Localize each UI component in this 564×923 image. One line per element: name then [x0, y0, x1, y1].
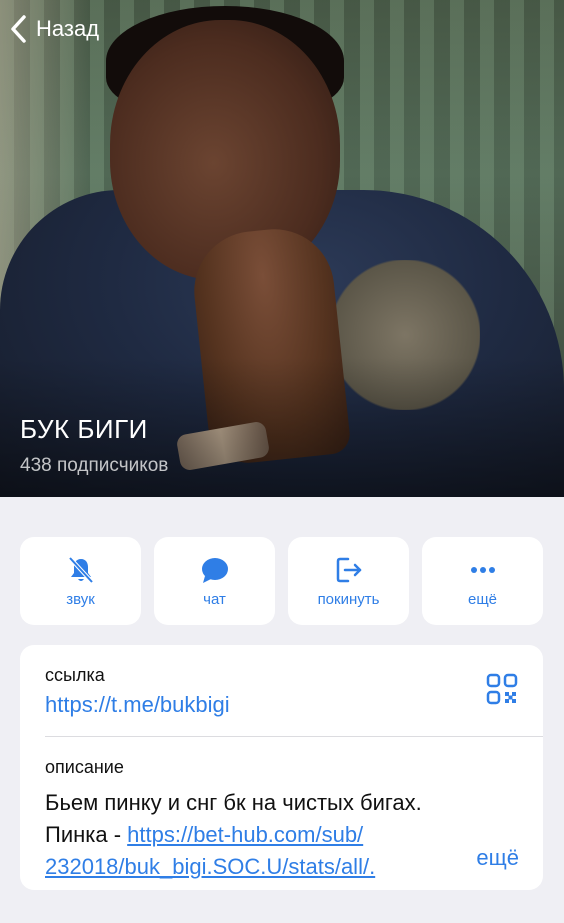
- chat-bubble-icon: [201, 557, 228, 583]
- action-bar: звук чат покинуть ещё: [20, 537, 543, 625]
- leave-icon: [336, 557, 361, 582]
- chevron-left-icon: [11, 15, 26, 43]
- chat-label: чат: [203, 590, 226, 608]
- back-button[interactable]: Назад: [8, 14, 99, 44]
- more-label: ещё: [467, 590, 498, 608]
- channel-description: Бьем пинку и снг бк на чистых бигах. Пин…: [45, 787, 515, 883]
- subscriber-count: 438 подписчиков: [20, 455, 169, 476]
- bell-muted-icon: [68, 556, 93, 583]
- mute-button[interactable]: звук: [20, 537, 141, 625]
- description-link-continued[interactable]: 232018/buk_bigi.SOC.U/stats/all/.: [45, 854, 375, 879]
- back-label: Назад: [36, 16, 100, 41]
- description-label: описание: [45, 757, 124, 777]
- description-prefix: Пинка -: [45, 822, 128, 847]
- description-more-button[interactable]: ещё: [476, 845, 519, 871]
- mute-label: звук: [66, 590, 95, 608]
- leave-label: покинуть: [317, 590, 380, 608]
- channel-title: БУК БИГИ: [20, 414, 148, 444]
- description-link[interactable]: https://bet-hub.com/sub/: [127, 822, 363, 847]
- leave-button[interactable]: покинуть: [288, 537, 409, 625]
- more-dots-icon: [470, 566, 495, 573]
- description-text: Бьем пинку и снг бк на чистых бигах.: [45, 790, 422, 815]
- divider: [45, 736, 543, 737]
- link-label: ссылка: [45, 665, 105, 685]
- qr-code-icon[interactable]: [486, 673, 518, 705]
- channel-link[interactable]: https://t.me/bukbigi: [45, 692, 230, 718]
- chat-button[interactable]: чат: [154, 537, 275, 625]
- channel-info-card: ссылка https://t.me/bukbigi описание Бье…: [20, 645, 543, 890]
- more-button[interactable]: ещё: [422, 537, 543, 625]
